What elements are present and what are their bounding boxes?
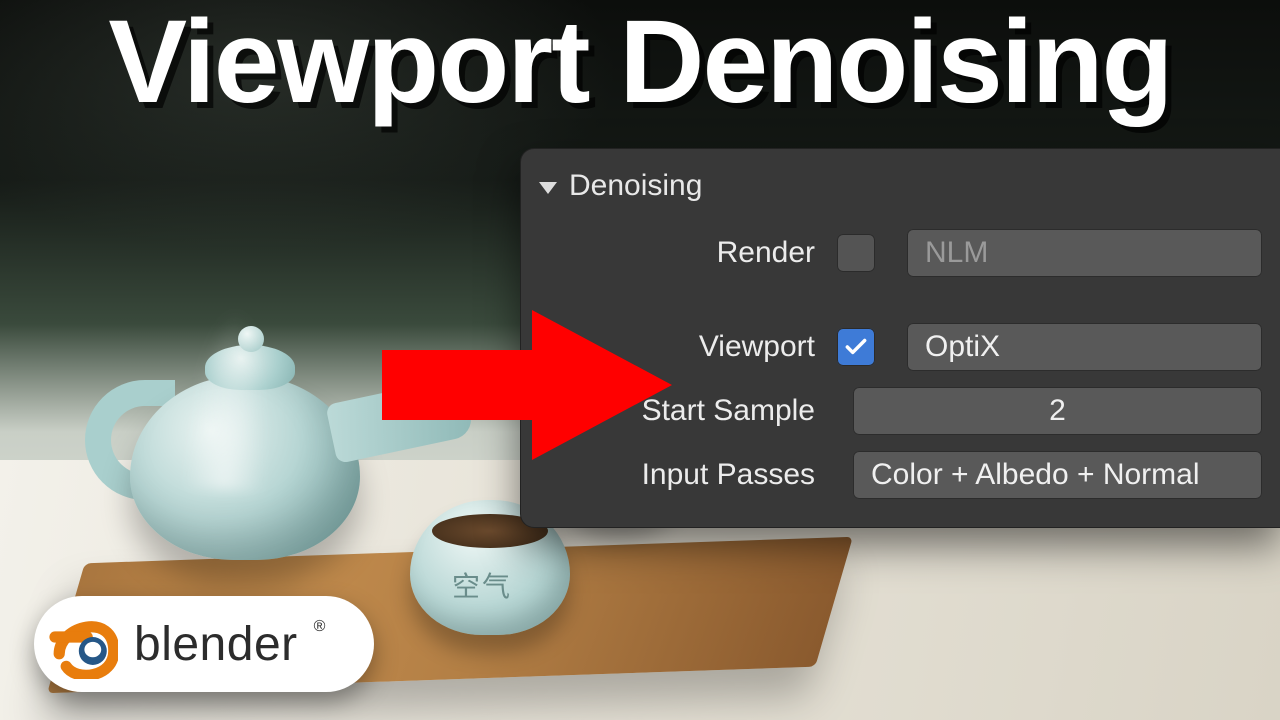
row-viewport: Viewport OptiX: [521, 315, 1280, 379]
checkbox-viewport[interactable]: [837, 328, 875, 366]
blender-logo-badge: blender ®: [34, 596, 374, 692]
thumbnail-title: Viewport Denoising: [0, 0, 1280, 130]
disclosure-triangle-icon[interactable]: [539, 182, 557, 194]
thumbnail-stage: 空气 Viewport Denoising Denoising Render N…: [0, 0, 1280, 720]
input-start-sample-value: 2: [1049, 394, 1066, 428]
dropdown-viewport-value: OptiX: [925, 330, 1000, 364]
dropdown-input-passes-value: Color + Albedo + Normal: [871, 458, 1200, 492]
row-render: Render NLM: [521, 221, 1280, 285]
label-input-passes: Input Passes: [521, 458, 821, 492]
row-start-sample: Start Sample 2: [521, 379, 1280, 443]
blender-wordmark: blender: [134, 617, 298, 672]
label-render: Render: [521, 236, 821, 270]
cup-inscription: 空气: [452, 565, 512, 605]
row-input-passes: Input Passes Color + Albedo + Normal: [521, 443, 1280, 507]
steam: [184, 307, 276, 492]
dropdown-render-denoiser[interactable]: NLM: [907, 229, 1262, 277]
dropdown-input-passes[interactable]: Color + Albedo + Normal: [853, 451, 1262, 499]
registered-mark: ®: [314, 618, 326, 636]
label-viewport: Viewport: [521, 330, 821, 364]
input-start-sample[interactable]: 2: [853, 387, 1262, 435]
panel-section-header[interactable]: Denoising: [521, 163, 1280, 221]
dropdown-viewport-denoiser[interactable]: OptiX: [907, 323, 1262, 371]
panel-section-title: Denoising: [569, 169, 702, 203]
dropdown-render-value: NLM: [925, 236, 988, 270]
panel-spacer: [521, 285, 1280, 315]
denoising-panel: Denoising Render NLM Viewport OptiX Star…: [520, 148, 1280, 528]
label-start-sample: Start Sample: [521, 394, 821, 428]
blender-logo-icon: [48, 609, 118, 679]
checkbox-render[interactable]: [837, 234, 875, 272]
checkmark-icon: [843, 334, 869, 360]
